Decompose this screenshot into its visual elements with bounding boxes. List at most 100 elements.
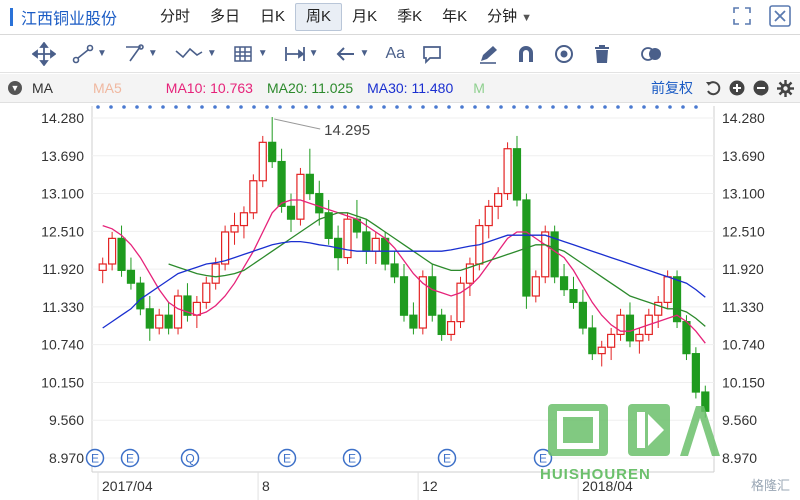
event-dot [330, 105, 334, 109]
tab-weekly-k[interactable]: 周K [295, 3, 343, 31]
measure-icon [284, 46, 305, 61]
measure-tool[interactable]: ▼ [280, 40, 323, 68]
fullscreen-icon[interactable] [730, 4, 754, 28]
event-dot [148, 105, 152, 109]
y-tick-label-left: 13.100 [41, 186, 84, 202]
collapse-chevron-icon[interactable]: ▼ [8, 81, 22, 95]
visibility-tool[interactable] [549, 40, 579, 68]
event-dot [434, 105, 438, 109]
stock-marker [10, 8, 13, 26]
event-dot [135, 105, 139, 109]
line-segment-icon [72, 44, 94, 63]
text-tool[interactable]: Aa [381, 40, 409, 68]
tab-label: 分时 [160, 8, 191, 25]
magnet-tool[interactable] [511, 40, 541, 68]
candle-body [503, 148, 512, 195]
event-dot [473, 105, 477, 109]
drawing-toolbar: ▼ ▼ ▼ ▼ ▼ ▼ Aa [0, 35, 800, 73]
candle-body [663, 276, 672, 304]
gear-icon[interactable] [777, 79, 794, 97]
event-dot [356, 105, 360, 109]
undo-icon[interactable] [705, 80, 721, 96]
y-tick-label-left: 10.150 [41, 374, 84, 390]
ma-bar-controls: 前复权 [651, 78, 794, 98]
candle-body [211, 263, 220, 284]
chevron-down-icon: ▼ [147, 48, 158, 59]
arrow-tool[interactable]: ▼ [331, 40, 374, 68]
tab-yearly-k[interactable]: 年K [432, 4, 477, 30]
candle-body [126, 269, 136, 284]
event-dot [525, 105, 529, 109]
fib-tool[interactable]: ▼ [229, 40, 272, 68]
tab-label: 年K [442, 8, 468, 25]
event-dot [655, 105, 659, 109]
tab-quarterly-k[interactable]: 季K [387, 4, 432, 30]
tab-label: 月K [352, 8, 378, 25]
candle-body [446, 321, 456, 336]
candle-body [512, 148, 522, 201]
event-dot [343, 105, 347, 109]
candle-body [559, 276, 569, 291]
candle-body [268, 141, 277, 163]
y-tick-label-left: 14.280 [41, 110, 84, 126]
y-tick-label-left: 11.920 [42, 261, 84, 277]
delete-tool[interactable] [587, 40, 617, 68]
note-tool[interactable] [417, 40, 447, 68]
close-icon[interactable] [768, 4, 792, 28]
y-tick-label-right: 11.920 [722, 261, 764, 277]
candle-body [691, 353, 700, 393]
candle-body [390, 263, 399, 278]
candle-body [428, 276, 437, 316]
tab-monthly-k[interactable]: 月K [342, 4, 387, 30]
event-dot [278, 105, 282, 109]
event-dot [681, 105, 685, 109]
stock-name: 江西铜业股份 [21, 11, 118, 28]
y-tick-label-right: 9.560 [722, 412, 757, 428]
zoom-out-icon[interactable] [753, 80, 769, 96]
compare-tool[interactable] [635, 40, 669, 68]
window-controls [730, 4, 792, 28]
candle-body [221, 231, 230, 265]
tab-label: 日K [260, 8, 286, 25]
event-marker-label: E [443, 452, 451, 466]
candle-body [456, 282, 465, 323]
event-dot [395, 105, 399, 109]
candle-body [296, 173, 305, 220]
event-dot [304, 105, 308, 109]
event-dot [551, 105, 555, 109]
event-dot [96, 105, 100, 109]
tab-minute[interactable]: 分钟 ▼ [477, 4, 542, 30]
wave-tool[interactable]: ▼ [170, 40, 221, 68]
candle-body [286, 205, 296, 220]
crosshair-tool[interactable] [28, 40, 60, 68]
max-annotation-leader [274, 118, 321, 130]
tab-fenshi[interactable]: 分时 [150, 4, 200, 30]
candle-body [607, 333, 616, 348]
candle-body [249, 180, 258, 214]
event-marker-label: E [91, 452, 99, 466]
zoom-in-icon[interactable] [729, 80, 745, 96]
event-marker-label: E [126, 452, 134, 466]
line-tool[interactable]: ▼ [68, 40, 111, 68]
candle-body [343, 218, 352, 259]
event-dot [109, 105, 113, 109]
x-tick-label: 12 [422, 478, 438, 494]
event-dot [174, 105, 178, 109]
y-tick-label-right: 12.510 [722, 223, 765, 239]
channel-tool[interactable]: ▼ [119, 40, 162, 68]
ma-legend-bar: ▼ MA MA5 MA10: 10.763 MA20: 11.025 MA30:… [0, 74, 800, 103]
tab-label: 季K [397, 8, 423, 25]
eraser-tool[interactable] [473, 40, 503, 68]
y-tick-label-left: 9.560 [49, 412, 84, 428]
tab-duori[interactable]: 多日 [200, 4, 250, 30]
candle-body [399, 276, 409, 316]
event-dot [668, 105, 672, 109]
event-dot [564, 105, 568, 109]
adjust-mode-label[interactable]: 前复权 [651, 78, 693, 98]
event-dot [486, 105, 490, 109]
candle-body [202, 282, 211, 304]
x-tick-label: 8 [262, 478, 270, 494]
tab-daily-k[interactable]: 日K [250, 4, 295, 30]
y-tick-label-left: 12.510 [41, 223, 84, 239]
pencil-icon [480, 45, 498, 64]
